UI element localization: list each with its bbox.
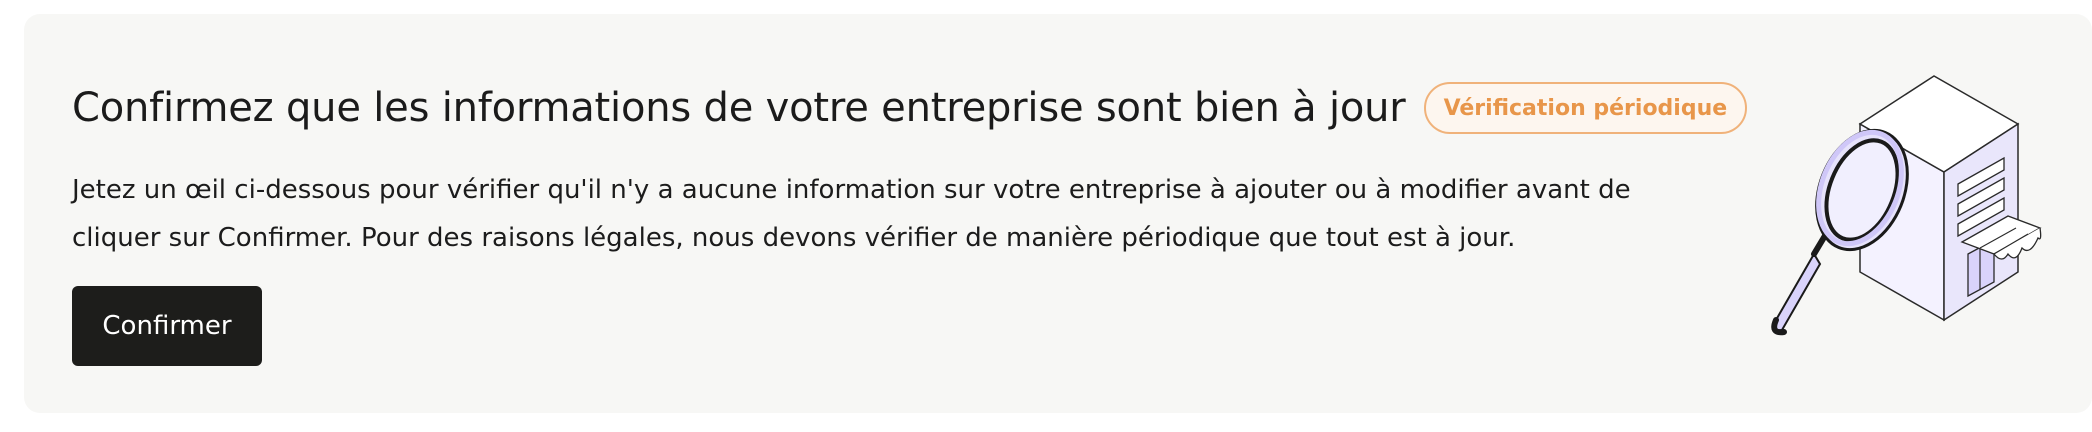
banner-title: Confirmez que les informations de votre … [72,85,1406,131]
confirm-button[interactable]: Confirmer [72,286,262,366]
status-badge: Vérification périodique [1423,82,1748,134]
title-row: Confirmez que les informations de votre … [72,66,1748,150]
building-magnifier-icon [1754,58,2084,368]
banner-description: Jetez un œil ci-dessous pour vérifier qu… [72,175,1631,253]
building-magnifier-icon-svg [1771,75,2042,336]
banner-content: Confirmez que les informations de votre … [72,66,1748,262]
verification-banner: Confirmez que les informations de votre … [24,14,2092,413]
